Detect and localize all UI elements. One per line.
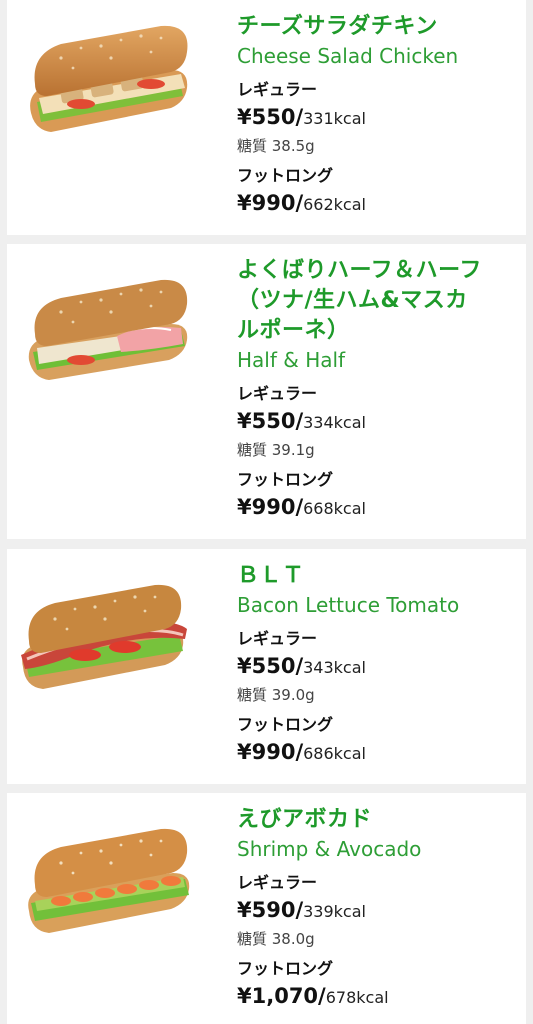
carb-info: 糖質 38.5g xyxy=(237,137,315,155)
carb-info: 糖質 39.0g xyxy=(237,686,315,704)
regular-price-row: ¥550/343kcal xyxy=(237,651,522,683)
item-name-jp-line: （ツナ/生ハム&マスカ xyxy=(237,288,468,313)
footlong-price-row: ¥990/686kcal xyxy=(237,737,522,769)
sandwich-image xyxy=(15,571,191,701)
regular-kcal: 339kcal xyxy=(303,902,366,921)
footlong-label: フットロング xyxy=(237,959,334,978)
footlong-kcal: 686kcal xyxy=(303,744,366,763)
regular-price-row: ¥550/334kcal xyxy=(237,406,522,438)
footlong-kcal: 678kcal xyxy=(325,988,389,1007)
footlong-price: ¥1,070/ xyxy=(237,984,326,1008)
menu-item-info: チーズサラダチキン Cheese Salad Chicken レギュラー ¥55… xyxy=(237,12,522,220)
regular-price-row: ¥590/339kcal xyxy=(237,895,522,927)
footlong-price-row: ¥990/662kcal xyxy=(237,188,522,220)
footlong-kcal: 662kcal xyxy=(303,195,366,214)
item-name-jp: えびアボカド xyxy=(237,807,373,832)
footlong-price-row: ¥990/668kcal xyxy=(237,492,522,524)
menu-item-card[interactable]: よくばりハーフ＆ハーフ （ツナ/生ハム&マスカ ルポーネ） Half & Hal… xyxy=(7,244,526,539)
sandwich-image xyxy=(21,18,197,148)
menu-item-card[interactable]: チーズサラダチキン Cheese Salad Chicken レギュラー ¥55… xyxy=(7,0,526,235)
footlong-kcal: 668kcal xyxy=(303,499,366,518)
menu-item-card[interactable]: えびアボカド Shrimp & Avocado レギュラー ¥590/339kc… xyxy=(7,793,526,1024)
item-name-jp-line: よくばりハーフ＆ハーフ xyxy=(237,258,482,283)
item-name-en: Shrimp & Avocado xyxy=(237,837,422,861)
footlong-price: ¥990/ xyxy=(237,495,304,519)
footlong-price: ¥990/ xyxy=(237,191,304,215)
regular-price: ¥550/ xyxy=(237,654,304,678)
carb-info: 糖質 39.1g xyxy=(237,441,315,459)
item-name-en: Bacon Lettuce Tomato xyxy=(237,593,460,617)
regular-label: レギュラー xyxy=(237,873,318,892)
footlong-label: フットロング xyxy=(237,715,334,734)
regular-label: レギュラー xyxy=(237,384,318,403)
menu-item-card[interactable]: ＢＬＴ Bacon Lettuce Tomato レギュラー ¥550/343k… xyxy=(7,549,526,784)
menu-item-info: えびアボカド Shrimp & Avocado レギュラー ¥590/339kc… xyxy=(237,805,522,1013)
footlong-price: ¥990/ xyxy=(237,740,304,764)
regular-kcal: 334kcal xyxy=(303,413,366,432)
item-name-en: Cheese Salad Chicken xyxy=(237,44,459,68)
menu-list: チーズサラダチキン Cheese Salad Chicken レギュラー ¥55… xyxy=(0,0,533,1024)
regular-price: ¥590/ xyxy=(237,898,304,922)
menu-item-info: ＢＬＴ Bacon Lettuce Tomato レギュラー ¥550/343k… xyxy=(237,561,522,769)
regular-price-row: ¥550/331kcal xyxy=(237,102,522,134)
regular-price: ¥550/ xyxy=(237,105,304,129)
regular-price: ¥550/ xyxy=(237,409,304,433)
item-name-en: Half & Half xyxy=(237,348,346,372)
sandwich-image xyxy=(21,815,197,945)
regular-label: レギュラー xyxy=(237,80,318,99)
item-name-jp: ＢＬＴ xyxy=(237,563,305,588)
regular-kcal: 343kcal xyxy=(303,658,366,677)
sandwich-image xyxy=(21,268,197,398)
item-name-jp-line: ルポーネ） xyxy=(237,318,350,343)
footlong-label: フットロング xyxy=(237,166,334,185)
item-name-jp: チーズサラダチキン xyxy=(237,14,438,39)
regular-label: レギュラー xyxy=(237,629,318,648)
footlong-label: フットロング xyxy=(237,470,334,489)
footlong-price-row: ¥1,070/678kcal xyxy=(237,981,522,1013)
menu-item-info: よくばりハーフ＆ハーフ （ツナ/生ハム&マスカ ルポーネ） Half & Hal… xyxy=(237,256,522,524)
regular-kcal: 331kcal xyxy=(303,109,366,128)
carb-info: 糖質 38.0g xyxy=(237,930,315,948)
